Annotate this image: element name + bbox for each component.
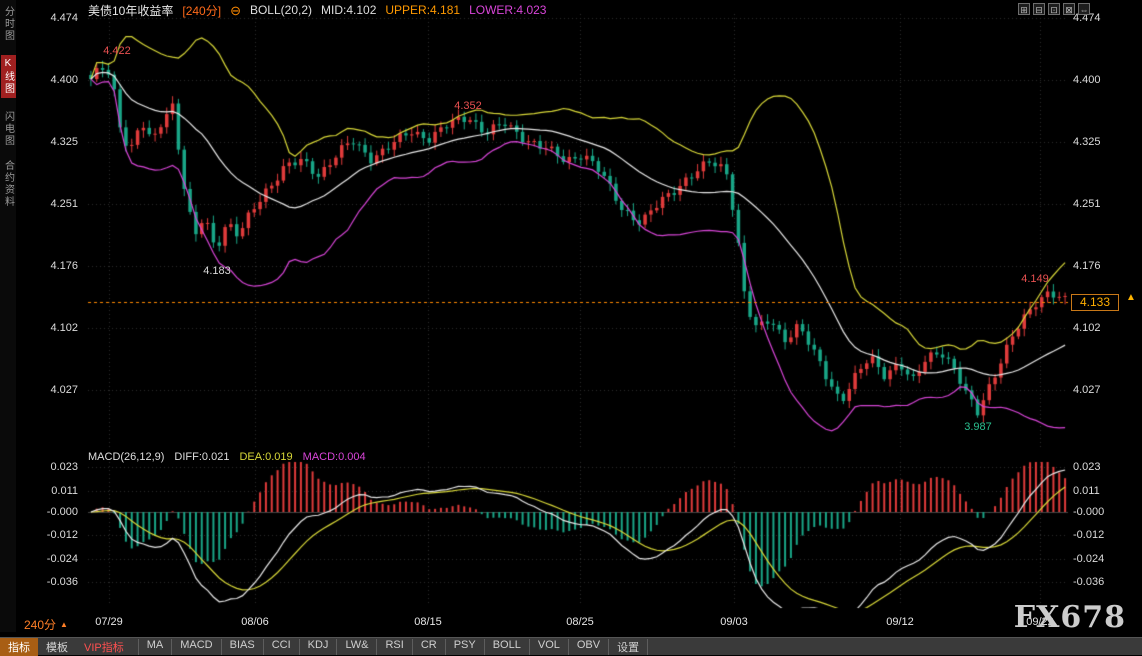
- indicator-tab-group: MAMACDBIASCCIKDJLW&RSICRPSYBOLLVOLOBV设置: [138, 639, 648, 655]
- boll-mid-value: MID:4.102: [321, 3, 376, 17]
- price-annotation: 3.987: [964, 421, 992, 433]
- toolbar-tab-2[interactable]: 模板: [38, 638, 76, 656]
- date-axis-label: 09/03: [710, 616, 758, 628]
- price-axis-label-right: 4.400: [1073, 74, 1129, 86]
- boll-indicator-label: BOLL(20,2): [250, 3, 312, 17]
- price-axis-label-right: 4.027: [1073, 384, 1129, 396]
- window-control-icon-4[interactable]: ⊠: [1063, 3, 1075, 15]
- macd-axis-label-left: 0.011: [22, 485, 78, 497]
- sidebar-item-3[interactable]: 闪电图: [1, 111, 16, 147]
- window-control-icon-1[interactable]: ⊞: [1018, 3, 1030, 15]
- current-price-badge: 4.133: [1071, 294, 1119, 311]
- macd-axis-label-right: -0.000: [1073, 506, 1129, 518]
- macd-diff-value: DIFF:0.021: [174, 451, 229, 463]
- indicator-tab-[interactable]: 设置: [608, 639, 648, 655]
- indicator-tab-cci[interactable]: CCI: [263, 639, 299, 655]
- price-axis-label-right: 4.176: [1073, 260, 1129, 272]
- macd-axis-label-right: -0.036: [1073, 576, 1129, 588]
- price-axis-label-left: 4.102: [22, 322, 78, 334]
- indicator-tab-ma[interactable]: MA: [138, 639, 172, 655]
- timeframe-label[interactable]: [240分]: [182, 2, 221, 19]
- collapse-icon[interactable]: ⊖: [230, 4, 241, 17]
- indicator-tab-kdj[interactable]: KDJ: [299, 639, 337, 655]
- price-axis-label-left: 4.027: [22, 384, 78, 396]
- timeframe-selector-label: 240分: [24, 616, 56, 633]
- macd-axis-label-right: -0.012: [1073, 529, 1129, 541]
- window-controls: ⊞⊟⊡⊠⇔: [1018, 3, 1090, 15]
- indicator-tab-obv[interactable]: OBV: [568, 639, 608, 655]
- macd-hist-value: MACD:0.004: [303, 451, 366, 463]
- timeframe-selector[interactable]: 240分 ▲: [24, 616, 68, 633]
- window-control-icon-5[interactable]: ⇔: [1078, 3, 1090, 15]
- macd-axis-label-left: -0.012: [22, 529, 78, 541]
- indicator-tab-macd[interactable]: MACD: [171, 639, 220, 655]
- indicator-tab-psy[interactable]: PSY: [445, 639, 484, 655]
- sidebar-item-2[interactable]: K线图: [1, 55, 16, 98]
- sidebar-item-1[interactable]: 分时图: [1, 6, 16, 42]
- watermark: FX678: [1014, 600, 1126, 635]
- macd-title: MACD(26,12,9): [88, 451, 164, 463]
- toolbar-tab-1[interactable]: 指标: [0, 638, 38, 656]
- price-axis-label-left: 4.400: [22, 74, 78, 86]
- chart-header: 美债10年收益率 [240分] ⊖ BOLL(20,2) MID:4.102 U…: [16, 0, 546, 20]
- price-annotation: 4.422: [103, 45, 131, 57]
- left-sidebar: 分时图 K线图闪电图合约资料: [0, 0, 16, 632]
- toolbar-tab-3[interactable]: VIP指标: [76, 638, 132, 656]
- indicator-tab-cr[interactable]: CR: [412, 639, 445, 655]
- dropdown-arrow-icon: ▲: [60, 620, 68, 629]
- date-axis-label: 09/12: [876, 616, 924, 628]
- macd-axis-label-right: -0.024: [1073, 553, 1129, 565]
- macd-axis-label-left: 0.023: [22, 461, 78, 473]
- macd-header: MACD(26,12,9) DIFF:0.021 DEA:0.019 MACD:…: [88, 451, 366, 463]
- indicator-tab-vol[interactable]: VOL: [529, 639, 568, 655]
- latest-price-arrow-icon[interactable]: ▲: [1126, 292, 1136, 303]
- price-axis-label-right: 4.102: [1073, 322, 1129, 334]
- indicator-tab-rsi[interactable]: RSI: [376, 639, 411, 655]
- indicator-tab-bias[interactable]: BIAS: [221, 639, 263, 655]
- boll-upper-value: UPPER:4.181: [385, 3, 460, 17]
- date-axis-label: 08/25: [556, 616, 604, 628]
- price-annotation: 4.149: [1021, 273, 1049, 285]
- macd-axis-label-left: -0.000: [22, 506, 78, 518]
- price-axis-label-right: 4.325: [1073, 136, 1129, 148]
- sidebar-item-4[interactable]: 合约资料: [1, 160, 16, 208]
- price-annotation: 4.352: [454, 100, 482, 112]
- price-axis-label-left: 4.176: [22, 260, 78, 272]
- date-axis-label: 08/06: [231, 616, 279, 628]
- instrument-title: 美债10年收益率: [88, 2, 173, 19]
- bottom-toolbar: 指标模板VIP指标 MAMACDBIASCCIKDJLW&RSICRPSYBOLL…: [0, 637, 1142, 655]
- trading-app: 分时图 K线图闪电图合约资料 美债10年收益率 [240分] ⊖ BOLL(20,…: [0, 0, 1142, 655]
- macd-dea-value: DEA:0.019: [239, 451, 292, 463]
- indicator-tab-boll[interactable]: BOLL: [484, 639, 529, 655]
- macd-axis-label-right: 0.011: [1073, 485, 1129, 497]
- price-annotation: 4.183: [203, 265, 231, 277]
- window-control-icon-3[interactable]: ⊡: [1048, 3, 1060, 15]
- price-axis-label-left: 4.325: [22, 136, 78, 148]
- macd-axis-label-left: -0.024: [22, 553, 78, 565]
- price-axis-label-left: 4.251: [22, 198, 78, 210]
- date-axis-label: 07/29: [85, 616, 133, 628]
- price-axis-label-right: 4.251: [1073, 198, 1129, 210]
- indicator-tab-lw[interactable]: LW&: [336, 639, 376, 655]
- macd-axis-label-right: 0.023: [1073, 461, 1129, 473]
- boll-lower-value: LOWER:4.023: [469, 3, 546, 17]
- main-chart-canvas[interactable]: [0, 0, 1142, 612]
- macd-axis-label-left: -0.036: [22, 576, 78, 588]
- window-control-icon-2[interactable]: ⊟: [1033, 3, 1045, 15]
- date-axis-label: 08/15: [404, 616, 452, 628]
